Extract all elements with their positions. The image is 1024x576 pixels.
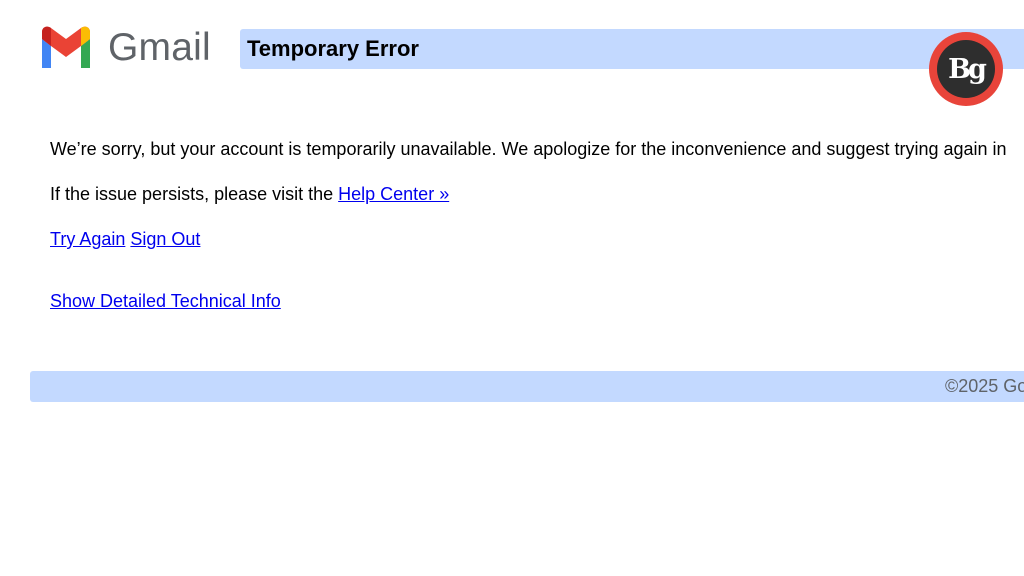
error-page: Gmail Temporary Error Bg We’re sorry, bu… <box>0 0 1024 576</box>
gmail-m-icon <box>42 26 90 68</box>
technical-info-link[interactable]: Show Detailed Technical Info <box>50 291 281 311</box>
try-again-link[interactable]: Try Again <box>50 229 125 249</box>
page-title: Temporary Error <box>247 36 419 61</box>
badge-monogram: Bg <box>937 40 995 98</box>
help-message: If the issue persists, please visit the … <box>50 184 449 205</box>
help-message-text: If the issue persists, please visit the <box>50 184 339 204</box>
copyright-text: ©2025 Go <box>945 376 1024 396</box>
gmail-logo-text: Gmail <box>108 25 211 69</box>
technical-info: Show Detailed Technical Info <box>50 291 281 312</box>
help-center-link[interactable]: Help Center » <box>338 184 449 204</box>
title-bar: Temporary Error <box>240 29 1024 69</box>
footer-bar <box>30 371 1024 402</box>
gmail-logo[interactable]: Gmail <box>38 26 211 68</box>
sign-out-link[interactable]: Sign Out <box>130 229 200 249</box>
action-links: Try Again Sign Out <box>50 229 200 250</box>
corner-badge: Bg <box>929 32 1003 106</box>
error-message: We’re sorry, but your account is tempora… <box>50 139 1007 159</box>
